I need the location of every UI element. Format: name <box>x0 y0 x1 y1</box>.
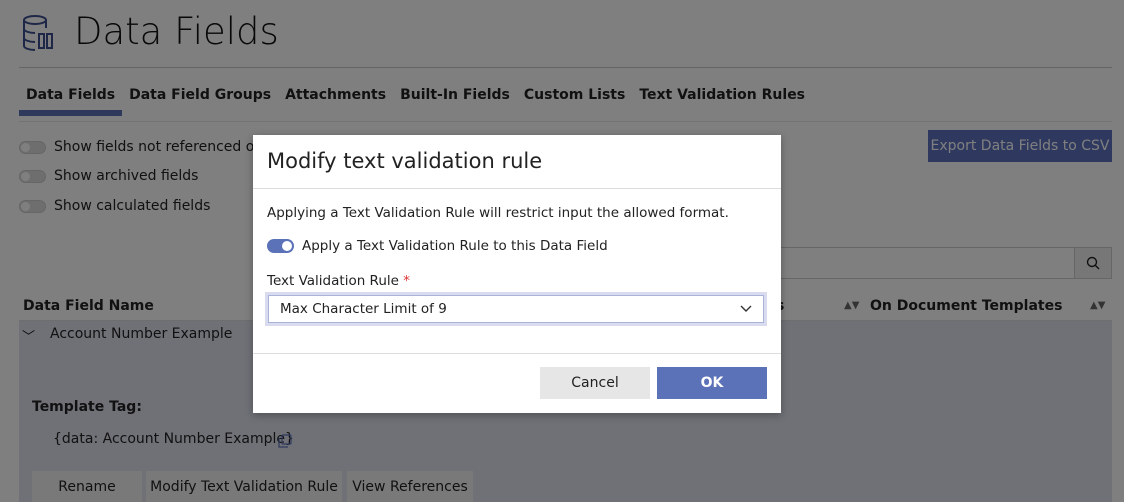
dialog-title: Modify text validation rule <box>267 149 543 173</box>
field-label: Text Validation Rule * <box>267 273 410 289</box>
text-validation-rule-select[interactable]: Max Character Limit of 9 <box>265 292 767 326</box>
required-mark: * <box>403 273 410 289</box>
select-value: Max Character Limit of 9 <box>280 301 447 317</box>
ok-button[interactable]: OK <box>657 367 767 399</box>
toggle-label: Apply a Text Validation Rule to this Dat… <box>302 238 608 254</box>
modify-text-validation-rule-dialog: Modify text validation rule Applying a T… <box>253 135 781 413</box>
apply-rule-toggle-row[interactable]: Apply a Text Validation Rule to this Dat… <box>267 238 608 254</box>
toggle-switch-on[interactable] <box>267 239 294 253</box>
chevron-down-icon <box>740 305 752 312</box>
divider <box>253 188 781 189</box>
field-label-text: Text Validation Rule <box>267 273 399 289</box>
dialog-description: Applying a Text Validation Rule will res… <box>267 205 729 221</box>
cancel-button[interactable]: Cancel <box>540 367 650 399</box>
divider <box>253 353 781 354</box>
